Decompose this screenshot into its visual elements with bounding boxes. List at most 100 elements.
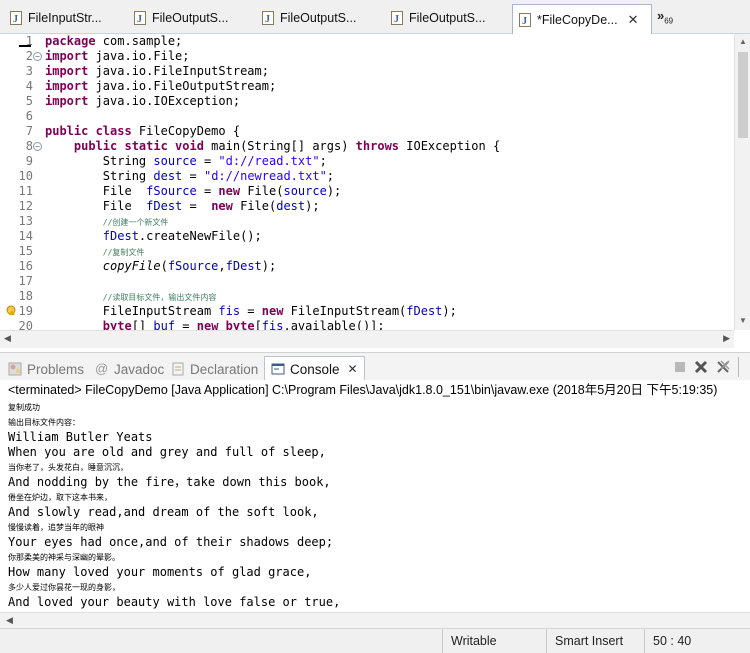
- code-line: 13 //创建一个新文件: [0, 214, 750, 229]
- code-text: byte[] buf = new byte[fis.available()];: [102, 319, 385, 330]
- line-number: 3: [25, 64, 33, 78]
- editor-tab-2[interactable]: J FileOutputS...: [128, 5, 252, 31]
- line-number: 20: [18, 319, 33, 330]
- code-text: //创建一个新文件: [102, 218, 169, 227]
- code-line: 19 FileInputStream fis = new FileInputSt…: [0, 304, 750, 319]
- line-number: 13: [18, 214, 33, 228]
- scroll-down-icon[interactable]: ▼: [739, 316, 747, 325]
- java-file-icon: J: [391, 11, 403, 25]
- code-text: import java.io.IOException;: [45, 94, 241, 108]
- editor-horizontal-scrollbar[interactable]: ◀ ▶: [0, 330, 734, 348]
- console-line: 你那柔美的神采与深幽的晕影。: [8, 553, 120, 562]
- console-line: 复制成功: [8, 403, 40, 412]
- code-text: //读取目标文件，输出文件内容: [102, 293, 217, 302]
- console-horizontal-scrollbar[interactable]: ◀: [0, 612, 750, 628]
- code-text: import java.io.FileInputStream;: [45, 64, 269, 78]
- line-number: 11: [18, 184, 33, 198]
- status-bar: Writable Smart Insert 50 : 40: [0, 628, 750, 653]
- line-number: 17: [18, 274, 33, 288]
- line-number: 15: [18, 244, 33, 258]
- editor-tab-label: FileOutputS...: [152, 11, 229, 25]
- code-line: 12 File fDest = new File(dest);: [0, 199, 750, 214]
- code-text: FileInputStream fis = new FileInputStrea…: [45, 304, 457, 318]
- tab-console[interactable]: Console ✕: [264, 356, 365, 381]
- close-icon[interactable]: ✕: [348, 362, 358, 376]
- line-number: 4: [25, 79, 33, 93]
- console-line: 当你老了，头发花白，睡意沉沉，: [8, 463, 128, 472]
- editor-tab-bar: J FileInputStr... J FileOutputS... J Fil…: [0, 0, 750, 34]
- code-line: 1 package com.sample;: [0, 34, 750, 49]
- editor-tab-label: FileOutputS...: [409, 11, 486, 25]
- line-number: 18: [18, 289, 33, 303]
- code-text: package com.sample;: [45, 34, 183, 48]
- console-process-label: <terminated> FileCopyDemo [Java Applicat…: [0, 380, 750, 400]
- tab-problems[interactable]: Problems: [8, 358, 84, 380]
- line-number: 5: [25, 94, 33, 108]
- editor-tab-4[interactable]: J FileOutputS...: [385, 5, 509, 31]
- close-icon[interactable]: ✕: [628, 12, 639, 28]
- scroll-left-icon[interactable]: ◀: [6, 615, 13, 626]
- svg-text:J: J: [137, 14, 142, 25]
- scroll-thumb[interactable]: [738, 52, 748, 138]
- code-line: 14 fDest.createNewFile();: [0, 229, 750, 244]
- fold-toggle-icon[interactable]: −: [33, 52, 42, 61]
- svg-text:J: J: [522, 16, 527, 27]
- tab-label: Javadoc: [114, 361, 165, 377]
- overflow-count: 69: [664, 16, 674, 26]
- terminate-icon[interactable]: [673, 360, 687, 374]
- view-tab-bar: Problems @ Javadoc Declaration Console ✕: [0, 352, 750, 381]
- console-icon: [271, 363, 285, 375]
- code-text: public static void main(String[] args) t…: [73, 139, 501, 153]
- console-line: 慢慢读着，追梦当年的眼神: [8, 523, 104, 532]
- line-number: 7: [25, 124, 33, 138]
- remove-launch-icon[interactable]: [694, 360, 708, 374]
- status-cursor-position: 50 : 40: [644, 629, 736, 653]
- remove-all-terminated-icon[interactable]: [716, 360, 730, 374]
- code-line: 18 //读取目标文件，输出文件内容: [0, 289, 750, 304]
- declaration-icon: [172, 362, 184, 376]
- tab-overflow-button[interactable]: »69: [657, 8, 673, 26]
- code-text: copyFile(fSource,fDest);: [102, 259, 277, 273]
- editor-tab-active[interactable]: J *FileCopyDe... ✕: [512, 4, 652, 34]
- console-line: 多少人爱过你昙花一现的身影，: [8, 583, 120, 592]
- code-text: public class FileCopyDemo {: [45, 124, 241, 138]
- scroll-right-icon[interactable]: ▶: [723, 333, 730, 344]
- tab-javadoc[interactable]: @ Javadoc: [95, 358, 164, 380]
- svg-text:J: J: [265, 14, 270, 25]
- code-line: 16 copyFile(fSource,fDest);: [0, 259, 750, 274]
- scroll-up-icon[interactable]: ▲: [739, 37, 747, 46]
- code-line: 6: [0, 109, 750, 124]
- console-line: How many loved your moments of glad grac…: [8, 565, 312, 579]
- console-line: Your eyes had once,and of their shadows …: [8, 535, 334, 549]
- code-line: 8− public static void main(String[] args…: [0, 139, 750, 154]
- code-line: 10 String dest = "d://newread.txt";: [0, 169, 750, 184]
- code-line: 20 byte[] buf = new byte[fis.available()…: [0, 319, 750, 330]
- editor-tab-label: FileInputStr...: [28, 11, 102, 25]
- console-line: And nodding by the fire，take down this b…: [8, 475, 331, 489]
- code-line: 3 import java.io.FileInputStream;: [0, 64, 750, 79]
- console-line: 倦坐在炉边，取下这本书来，: [8, 493, 112, 502]
- scroll-left-icon[interactable]: ◀: [4, 333, 11, 344]
- tab-label: Console: [290, 361, 340, 377]
- fold-toggle-icon[interactable]: −: [33, 142, 42, 151]
- line-number: 1: [25, 34, 33, 48]
- console-line: When you are old and grey and full of sl…: [8, 445, 326, 459]
- warning-marker-icon[interactable]: [6, 305, 18, 317]
- code-editor[interactable]: 1 package com.sample; 2− import java.io.Fil…: [0, 34, 750, 330]
- svg-text:J: J: [394, 14, 399, 25]
- line-number: 8: [25, 139, 33, 153]
- java-file-icon: J: [262, 11, 274, 25]
- line-number: 12: [18, 199, 33, 213]
- editor-tab-1[interactable]: J FileInputStr...: [4, 5, 126, 31]
- code-text: //复制文件: [102, 248, 145, 257]
- status-insert-mode: Smart Insert: [546, 629, 642, 653]
- editor-tab-3[interactable]: J FileOutputS...: [256, 5, 380, 31]
- code-line: 2− import java.io.File;: [0, 49, 750, 64]
- problems-icon: [8, 362, 22, 376]
- editor-vertical-scrollbar[interactable]: ▲ ▼: [734, 34, 750, 330]
- line-number: 10: [18, 169, 33, 183]
- javadoc-icon: @: [95, 361, 109, 376]
- tab-declaration[interactable]: Declaration: [171, 358, 258, 380]
- console-output[interactable]: 复制成功 输出目标文件内容： William Butler Yeats When yo…: [0, 400, 750, 612]
- line-number: 9: [25, 154, 33, 168]
